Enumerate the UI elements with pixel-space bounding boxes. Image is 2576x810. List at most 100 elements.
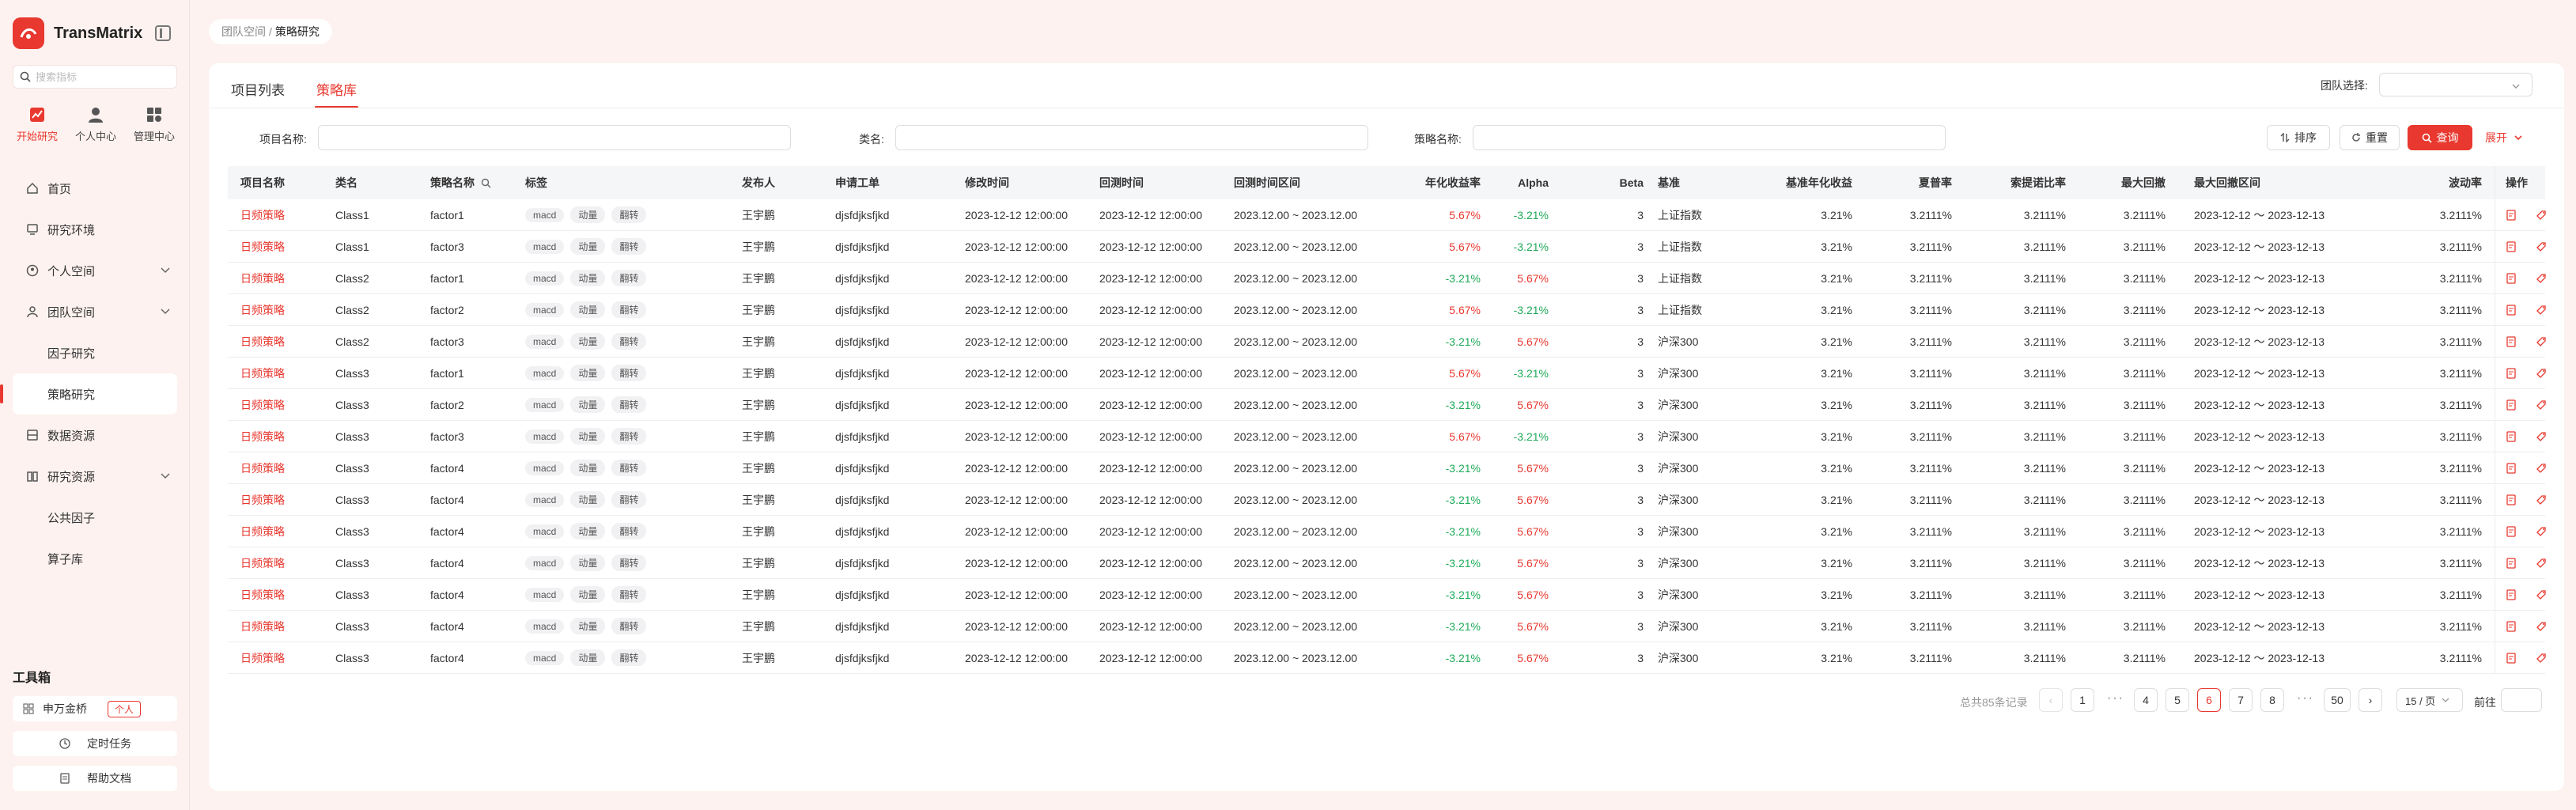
tag-edit-icon[interactable] — [2536, 241, 2547, 252]
report-icon[interactable] — [2506, 272, 2517, 284]
sidebar-item-personal-space[interactable]: 个人空间 — [0, 250, 190, 291]
sidebar-item-public-factors[interactable]: 公共因子 — [0, 497, 190, 538]
tag-edit-icon[interactable] — [2536, 273, 2547, 284]
tag-edit-icon[interactable] — [2536, 399, 2547, 411]
sidebar-item-team-space[interactable]: 团队空间 — [0, 291, 190, 332]
tag-chip: 翻转 — [611, 618, 647, 634]
pagination-next-button[interactable]: › — [2358, 688, 2382, 712]
tag-edit-icon[interactable] — [2536, 558, 2547, 569]
cell-project-name[interactable]: 日频策略 — [240, 452, 285, 483]
query-button[interactable]: 查询 — [2408, 125, 2472, 150]
sidebar-collapse-icon[interactable] — [155, 25, 171, 41]
sidebar-item-data-resources[interactable]: 数据资源 — [0, 414, 190, 456]
report-icon[interactable] — [2506, 240, 2517, 252]
project-name-input[interactable] — [318, 125, 791, 150]
cell-max-drawdown-range: 2023-12-12 ～ 2023-12-13 — [2194, 271, 2325, 285]
sidebar-search[interactable] — [13, 65, 177, 89]
report-icon[interactable] — [2506, 494, 2517, 505]
strategy-name-label: 策略名称: — [1414, 133, 1462, 146]
pagination-ellipsis[interactable]: ··· — [2107, 691, 2124, 706]
cell-project-name[interactable]: 日频策略 — [240, 389, 285, 420]
cell-max-drawdown-range: 2023-12-12 ～ 2023-12-13 — [2194, 556, 2325, 570]
tag-edit-icon[interactable] — [2536, 621, 2547, 632]
cell-project-name[interactable]: 日频策略 — [240, 231, 285, 262]
sidebar-item-operator-library[interactable]: 算子库 — [0, 538, 190, 579]
report-icon[interactable] — [2506, 209, 2517, 221]
sidebar-item-home[interactable]: 首页 — [0, 168, 190, 209]
tag-edit-icon[interactable] — [2536, 526, 2547, 537]
tag-edit-icon[interactable] — [2536, 431, 2547, 442]
pagination-page[interactable]: 50 — [2324, 688, 2351, 712]
sidebar-search-input[interactable] — [36, 70, 170, 83]
cell-project-name[interactable]: 日频策略 — [240, 579, 285, 610]
tool-help-docs[interactable]: 帮助文档 — [13, 766, 177, 791]
pagination-page[interactable]: 4 — [2134, 688, 2158, 712]
cell-project-name[interactable]: 日频策略 — [240, 642, 285, 673]
goto-page-input[interactable] — [2501, 688, 2542, 712]
tag-edit-icon[interactable] — [2536, 368, 2547, 379]
report-icon[interactable] — [2506, 430, 2517, 442]
sidebar-item-factor-research[interactable]: 因子研究 — [0, 332, 190, 373]
tag-chip: macd — [525, 524, 565, 539]
breadcrumb-parent[interactable]: 团队空间 — [221, 24, 266, 40]
tag-edit-icon[interactable] — [2536, 589, 2547, 600]
sidebar-item-strategy-research[interactable]: 策略研究 — [0, 373, 177, 414]
cell-project-name[interactable]: 日频策略 — [240, 358, 285, 388]
sidebar-item-research-env[interactable]: 研究环境 — [0, 209, 190, 250]
cell-volatility: 3.2111% — [2439, 271, 2482, 285]
sidebar-item-research-resources[interactable]: 研究资源 — [0, 456, 190, 497]
report-icon[interactable] — [2506, 620, 2517, 632]
tag-edit-icon[interactable] — [2536, 210, 2547, 221]
tab-project-list[interactable]: 项目列表 — [231, 79, 285, 108]
pagination-page[interactable]: 5 — [2166, 688, 2189, 712]
report-icon[interactable] — [2506, 335, 2517, 347]
reset-button[interactable]: 重置 — [2340, 125, 2400, 150]
class-name-input[interactable] — [895, 125, 1368, 150]
report-icon[interactable] — [2506, 367, 2517, 379]
report-icon[interactable] — [2506, 589, 2517, 600]
tag-edit-icon[interactable] — [2536, 653, 2547, 664]
tag-edit-icon[interactable] — [2536, 305, 2547, 316]
cell-project-name[interactable]: 日频策略 — [240, 611, 285, 642]
pagination-prev-button[interactable]: ‹ — [2039, 688, 2063, 712]
pagination-ellipsis[interactable]: ··· — [2297, 691, 2314, 706]
pagination-page[interactable]: 1 — [2071, 688, 2094, 712]
strategy-name-input[interactable] — [1473, 125, 1946, 150]
cell-project-name[interactable]: 日频策略 — [240, 547, 285, 578]
expand-button[interactable]: 展开 — [2479, 125, 2529, 150]
cell-project-name[interactable]: 日频策略 — [240, 421, 285, 452]
brand[interactable]: TransMatrix — [13, 17, 142, 49]
pagination-page-current[interactable]: 6 — [2197, 688, 2221, 712]
cell-class-name: Class3 — [335, 619, 369, 633]
cell-beta: 3 — [1637, 651, 1644, 664]
tag-edit-icon[interactable] — [2536, 336, 2547, 347]
col-strategy-name[interactable]: 策略名称 — [430, 166, 491, 199]
report-icon[interactable] — [2506, 652, 2517, 664]
sort-button[interactable]: 排序 — [2267, 125, 2330, 150]
cell-project-name[interactable]: 日频策略 — [240, 199, 285, 230]
team-select[interactable] — [2379, 73, 2532, 97]
report-icon[interactable] — [2506, 462, 2517, 474]
tag-edit-icon[interactable] — [2536, 494, 2547, 505]
cell-project-name[interactable]: 日频策略 — [240, 516, 285, 547]
tool-shenwan-jinqiao[interactable]: 申万金桥 个人 — [13, 696, 177, 721]
search-icon[interactable] — [481, 178, 491, 188]
cell-project-name[interactable]: 日频策略 — [240, 294, 285, 325]
cell-project-name[interactable]: 日频策略 — [240, 484, 285, 515]
quick-admin-center[interactable]: 管理中心 — [130, 104, 179, 143]
report-icon[interactable] — [2506, 557, 2517, 569]
tag-edit-icon[interactable] — [2536, 463, 2547, 474]
tab-strategy-library[interactable]: 策略库 — [315, 79, 358, 108]
quick-personal-center[interactable]: 个人中心 — [71, 104, 120, 143]
report-icon[interactable] — [2506, 304, 2517, 316]
pagination-page[interactable]: 7 — [2229, 688, 2253, 712]
report-icon[interactable] — [2506, 399, 2517, 411]
table-row: 日频策略 Class3 factor4 macd 动量 翻转 王宇鹏 djsfdjksfjkd… — [228, 642, 2547, 674]
cell-project-name[interactable]: 日频策略 — [240, 326, 285, 357]
report-icon[interactable] — [2506, 525, 2517, 537]
page-size-select[interactable]: 15 / 页 — [2396, 688, 2463, 712]
pagination-page[interactable]: 8 — [2260, 688, 2284, 712]
cell-project-name[interactable]: 日频策略 — [240, 263, 285, 293]
tool-scheduled-tasks[interactable]: 定时任务 — [13, 731, 177, 756]
quick-start-research[interactable]: 开始研究 — [13, 104, 62, 143]
